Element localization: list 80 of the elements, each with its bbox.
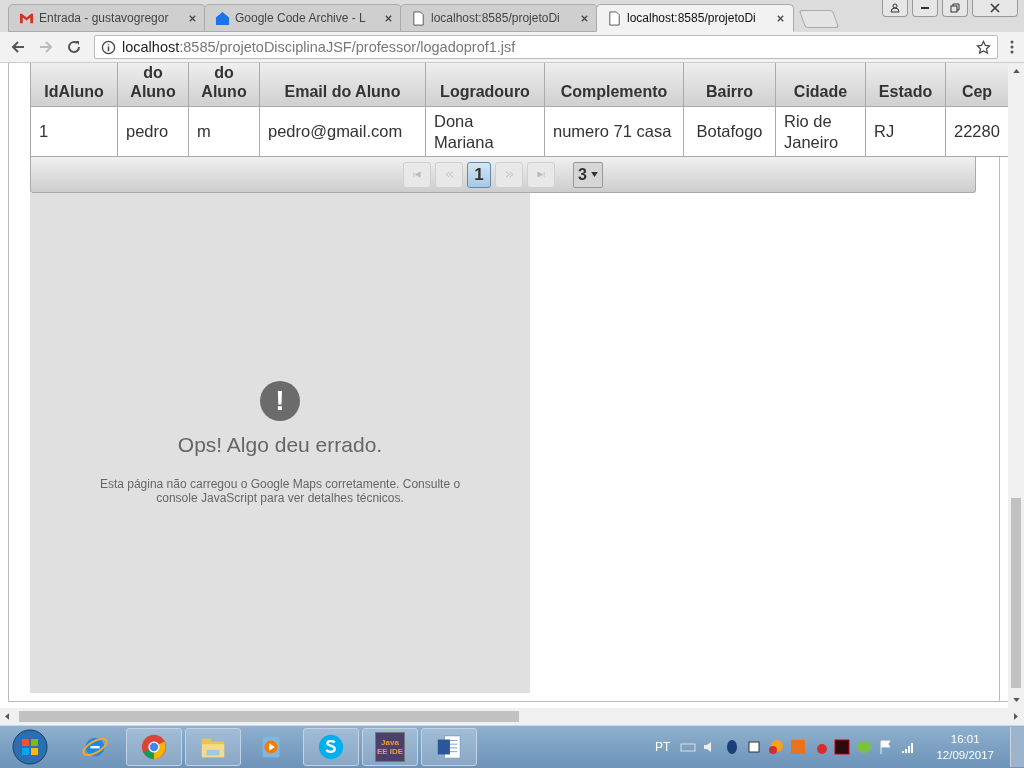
table-cell: numero 71 casa xyxy=(544,106,684,157)
column-header: Logradouro xyxy=(425,63,545,107)
page-button[interactable]: 1 xyxy=(467,161,492,188)
new-tab-button[interactable] xyxy=(798,10,840,28)
column-header: Complemento xyxy=(544,63,684,107)
last-page-icon xyxy=(537,171,546,178)
user-icon xyxy=(890,3,900,13)
down-arrow-icon[interactable] xyxy=(1012,698,1020,702)
right-arrow-icon[interactable] xyxy=(1014,713,1018,720)
table-cell: RJ xyxy=(865,106,946,157)
double-left-arrow-icon xyxy=(444,171,454,178)
column-header: Cidade xyxy=(775,63,866,107)
close-icon[interactable] xyxy=(776,13,785,23)
up-arrow-icon[interactable] xyxy=(1012,69,1020,73)
show-desktop-button[interactable] xyxy=(1010,727,1024,767)
column-header: do Aluno xyxy=(188,63,260,107)
close-icon[interactable] xyxy=(580,13,589,23)
reload-icon[interactable] xyxy=(66,39,82,55)
close-icon[interactable] xyxy=(384,13,393,23)
table-cell: pedro xyxy=(117,106,189,157)
browser-tab[interactable]: Google Code Archive - L xyxy=(204,4,402,32)
chrome-icon xyxy=(140,733,168,761)
error-icon: ! xyxy=(260,381,300,421)
table-cell: m xyxy=(188,106,260,157)
star-icon[interactable] xyxy=(976,39,991,55)
column-header: Cep xyxy=(945,63,1008,107)
taskbar-button[interactable] xyxy=(421,728,477,766)
table-cell: Botafogo xyxy=(683,106,776,157)
user-button[interactable] xyxy=(882,0,908,17)
first-page-icon xyxy=(413,171,422,178)
double-right-arrow-icon xyxy=(504,171,514,178)
rows-per-page-dropdown[interactable]: 3 xyxy=(573,161,603,188)
table-cell: Rio de Janeiro xyxy=(775,106,866,157)
tab-title: Google Code Archive - L xyxy=(235,11,367,25)
close-button[interactable] xyxy=(972,0,1018,17)
scroll-thumb[interactable] xyxy=(1011,498,1021,688)
table-cell: 22280 xyxy=(945,106,1008,157)
table-cell: 1 xyxy=(30,106,118,157)
browser-tab[interactable]: localhost:8585/projetoDi xyxy=(400,4,598,32)
column-header: Bairro xyxy=(683,63,776,107)
error-message: Esta página não carregou o Google Maps corretamente. Consulte o console JavaScript para ver detalhes técnicos. xyxy=(98,477,462,505)
skype-icon xyxy=(317,733,345,761)
menu-icon[interactable] xyxy=(1010,39,1014,55)
tab-title: Entrada - gustavogregor xyxy=(39,11,170,25)
clock-time: 16:01 xyxy=(950,732,980,747)
scroll-thumb[interactable] xyxy=(19,711,519,722)
browser-tab[interactable]: localhost:8585/projetoDi xyxy=(596,4,794,32)
column-header: do Aluno xyxy=(117,63,189,107)
document-icon xyxy=(435,733,463,761)
column-header: Estado xyxy=(865,63,946,107)
forward-icon[interactable] xyxy=(38,39,54,55)
info-icon xyxy=(101,39,116,55)
close-icon xyxy=(990,3,1000,13)
taskbar-button[interactable]: Java EE IDE xyxy=(362,728,418,766)
page-icon xyxy=(411,10,426,26)
tab-title: localhost:8585/projetoDi xyxy=(431,11,561,25)
caret-icon xyxy=(590,172,598,177)
url-text: localhost:8585/projetoDisciplinaJSF/professor/logadoprof1.jsf xyxy=(122,39,517,55)
start-button[interactable] xyxy=(12,729,48,765)
clock-date: 12/09/2017 xyxy=(936,748,994,763)
ide-icon: Java EE IDE xyxy=(375,732,405,762)
column-header: IdAluno xyxy=(30,63,118,107)
restore-button[interactable] xyxy=(942,0,968,17)
column-header: Email do Aluno xyxy=(259,63,426,107)
tab-title: localhost:8585/projetoDi xyxy=(627,11,757,25)
page-icon xyxy=(607,10,622,26)
error-title: Ops! Algo deu errado. xyxy=(177,433,383,457)
minimize-button[interactable] xyxy=(912,0,938,17)
back-icon[interactable] xyxy=(10,39,26,55)
address-bar[interactable]: localhost:8585/projetoDisciplinaJSF/professor/logadoprof1.jsf xyxy=(94,35,998,59)
table-cell: Dona Mariana xyxy=(425,106,545,157)
browser-tab[interactable]: Entrada - gustavogregor xyxy=(8,4,206,32)
vertical-scrollbar[interactable] xyxy=(1008,63,1024,708)
horizontal-scrollbar[interactable] xyxy=(0,708,1024,725)
minimize-icon xyxy=(920,7,930,9)
table-cell: pedro@gmail.com xyxy=(259,106,426,157)
house-icon xyxy=(215,10,230,26)
close-icon[interactable] xyxy=(188,13,197,23)
left-arrow-icon[interactable] xyxy=(5,713,9,720)
restore-icon xyxy=(950,3,960,13)
